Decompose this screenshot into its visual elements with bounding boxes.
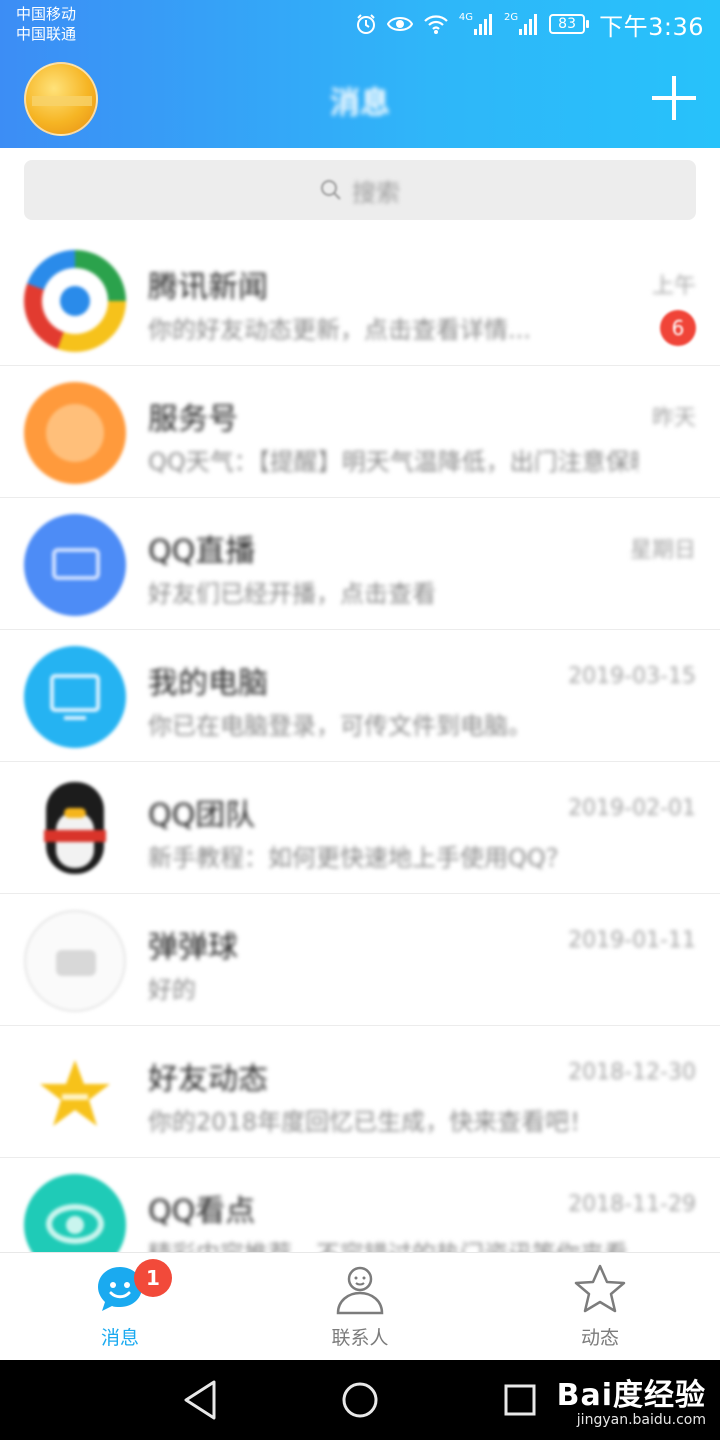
home-icon[interactable] (340, 1378, 380, 1422)
page-title: 消息 (330, 86, 390, 121)
conversation-message: 你的好友动态更新，点击查看详情... (148, 316, 531, 344)
clock: 下午3:36 (599, 12, 704, 41)
message-tab-badge: 1 (134, 1259, 172, 1297)
conversation-row[interactable]: 弹弹球 好的 2019-01-11 (0, 894, 720, 1026)
signal-4g: 4G (459, 13, 494, 35)
search-placeholder: 搜索 (352, 178, 400, 207)
conversation-name: 腾讯新闻 (148, 270, 268, 305)
carrier-labels: 中国移动 中国联通 (16, 4, 76, 44)
conversation-time: 2019-01-11 (568, 928, 696, 953)
conversation-name: 我的电脑 (148, 666, 268, 701)
tab-messages[interactable]: 1 消息 (0, 1253, 240, 1361)
service-avatar (24, 382, 126, 484)
tencent-news-avatar (24, 250, 126, 352)
conversation-name: 好友动态 (148, 1062, 268, 1097)
conversation-time: 2018-12-30 (568, 1060, 696, 1085)
signal-bars-1-icon (473, 14, 492, 35)
conversation-name: 服务号 (148, 402, 238, 437)
conversation-name: QQ团队 (148, 798, 256, 833)
watermark-brand: Bai度经验 (556, 1378, 706, 1413)
battery-icon: 83 (549, 14, 590, 34)
conversation-message: QQ天气：【提醒】明天气温降低，出门注意保暖~ (148, 448, 638, 476)
search-input[interactable]: 搜索 (24, 160, 696, 220)
baidu-jingyan-watermark: Bai度经验 jingyan.baidu.com (557, 1370, 706, 1428)
eye-icon (386, 17, 413, 31)
watermark-url: jingyan.baidu.com (576, 1412, 706, 1428)
status-bar: 中国移动 中国联通 4G 2G 83 下午3:36 (0, 0, 720, 50)
penguin-avatar (24, 778, 126, 880)
conversation-row[interactable]: 好友动态 你的2018年度回忆已生成，快来查看吧！ 2018-12-30 (0, 1026, 720, 1158)
signal-bars-2-icon (519, 14, 538, 35)
conversation-time: 2019-02-01 (568, 796, 696, 821)
back-icon[interactable] (182, 1378, 218, 1422)
live-avatar (24, 514, 126, 616)
star-icon (574, 1264, 626, 1313)
conversation-row[interactable]: 服务号 QQ天气：【提醒】明天气温降低，出门注意保暖~ 昨天 (0, 366, 720, 498)
system-nav-bar: Bai度经验 jingyan.baidu.com (0, 1360, 720, 1440)
star-avatar (24, 1042, 126, 1144)
tab-label: 动态 (580, 1327, 619, 1349)
conversation-message: 你已在电脑登录，可传文件到电脑。 (148, 712, 532, 740)
conversation-message: 你的2018年度回忆已生成，快来查看吧！ (148, 1108, 594, 1136)
conversation-name: 弹弹球 (148, 930, 238, 965)
add-button[interactable] (652, 76, 696, 120)
conversation-message: 好的 (148, 976, 196, 1004)
battery-level: 83 (549, 14, 586, 34)
conversation-row[interactable]: 腾讯新闻 你的好友动态更新，点击查看详情... 上午 6 (0, 234, 720, 366)
plain-avatar (24, 910, 126, 1012)
conversation-list: 腾讯新闻 你的好友动态更新，点击查看详情... 上午 6 服务号 QQ天气：【提… (0, 234, 720, 1278)
search-icon (321, 180, 341, 200)
conversation-time: 星期日 (629, 538, 696, 563)
conversation-name: QQ看点 (148, 1194, 256, 1229)
signal-2g: 2G (504, 13, 539, 35)
tab-label: 消息 (100, 1327, 139, 1349)
computer-avatar (24, 646, 126, 748)
tab-label: 联系人 (331, 1327, 389, 1349)
tab-contacts[interactable]: 联系人 (240, 1253, 480, 1361)
bottom-tab-bar: 1 消息 联系人 动态 (0, 1252, 720, 1360)
conversation-message: 新手教程：如何更快速地上手使用QQ？ (148, 844, 570, 872)
carrier-2: 中国联通 (16, 25, 77, 43)
status-icons: 4G 2G 83 下午3:36 (355, 8, 704, 41)
conversation-time: 上午 (651, 274, 696, 299)
title-bar: 消息 (0, 50, 720, 148)
carrier-1: 中国移动 (16, 5, 77, 23)
conversation-name: QQ直播 (148, 534, 256, 569)
unread-badge: 6 (660, 310, 696, 346)
conversation-time: 昨天 (651, 406, 696, 431)
conversation-message: 好友们已经开播，点击查看 (148, 580, 436, 608)
conversation-row[interactable]: 我的电脑 你已在电脑登录，可传文件到电脑。 2019-03-15 (0, 630, 720, 762)
tab-moments[interactable]: 动态 (480, 1253, 720, 1361)
conversation-time: 2018-11-29 (568, 1192, 696, 1217)
recents-icon[interactable] (502, 1378, 538, 1422)
alarm-icon (356, 14, 375, 34)
wifi-icon (424, 15, 448, 34)
conversation-row[interactable]: QQ直播 好友们已经开播，点击查看 星期日 (0, 498, 720, 630)
conversation-time: 2019-03-15 (568, 664, 696, 689)
contacts-person-icon (336, 1266, 384, 1315)
conversation-row[interactable]: QQ团队 新手教程：如何更快速地上手使用QQ？ 2019-02-01 (0, 762, 720, 894)
header: 中国移动 中国联通 4G 2G 83 下午3:36 消息 (0, 0, 720, 148)
